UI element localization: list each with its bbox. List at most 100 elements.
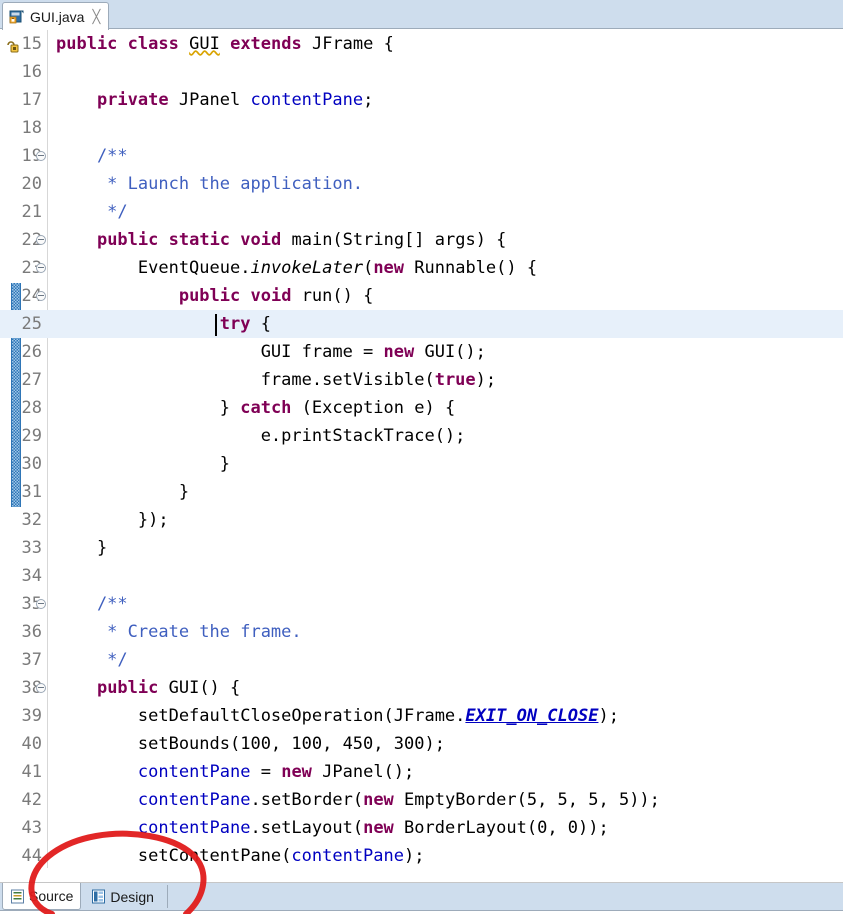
code-text: public static void main(String[] args) {: [96, 230, 507, 250]
line-number: 32: [21, 510, 42, 530]
code-text: public GUI() {: [96, 678, 241, 698]
code-line[interactable]: 26 GUI frame = new GUI();: [0, 338, 843, 366]
code-text: setBounds(100, 100, 450, 300);: [56, 734, 445, 754]
source-design-tabs[interactable]: Source Design: [0, 883, 843, 911]
line-number: 42: [21, 790, 42, 810]
code-line[interactable]: 42 contentPane.setBorder(new EmptyBorder…: [0, 786, 843, 814]
code-line[interactable]: 29 e.printStackTrace();: [0, 422, 843, 450]
code-line[interactable]: 34: [0, 562, 843, 590]
code-line[interactable]: 36 * Create the frame.: [0, 618, 843, 646]
code-line[interactable]: 40 setBounds(100, 100, 450, 300);: [0, 730, 843, 758]
editor-tab-gui-java[interactable]: GUI.java ╳: [2, 2, 110, 30]
fold-collapse-icon[interactable]: [36, 151, 46, 161]
editor-tab-label: GUI.java: [30, 8, 85, 25]
line-number: 18: [21, 118, 42, 138]
bottom-tab-design[interactable]: Design: [84, 883, 161, 910]
code-line[interactable]: 27 frame.setVisible(true);: [0, 366, 843, 394]
code-text: }: [56, 538, 108, 558]
code-text: try {: [219, 314, 271, 334]
line-number: 31: [21, 482, 42, 502]
text-caret: [215, 314, 217, 336]
code-editor[interactable]: 15 public class GUI extends JFrame { 16 17 …: [0, 30, 843, 868]
code-line[interactable]: 22 public static void main(String[] args…: [0, 226, 843, 254]
code-line[interactable]: 21 */: [0, 198, 843, 226]
code-text: frame.setVisible(true);: [56, 370, 497, 390]
line-number: 26: [21, 342, 42, 362]
code-line[interactable]: 39 setDefaultCloseOperation(JFrame.EXIT_…: [0, 702, 843, 730]
code-text: contentPane.setLayout(new BorderLayout(0…: [137, 818, 609, 838]
code-line[interactable]: 15 public class GUI extends JFrame {: [0, 30, 843, 58]
code-line[interactable]: 18: [0, 114, 843, 142]
code-text: contentPane.setBorder(new EmptyBorder(5,…: [137, 790, 660, 810]
line-number: 25: [21, 314, 42, 334]
code-line[interactable]: 43 contentPane.setLayout(new BorderLayou…: [0, 814, 843, 842]
code-line[interactable]: 41 contentPane = new JPanel();: [0, 758, 843, 786]
code-line[interactable]: 37 */: [0, 646, 843, 674]
code-line[interactable]: 30 }: [0, 450, 843, 478]
source-view-icon: [10, 889, 25, 904]
eclipse-editor-window: GUI.java ╳ 15 public class GUI extends JF…: [0, 0, 843, 914]
bottom-tab-source[interactable]: Source: [2, 883, 82, 910]
code-text: });: [56, 510, 169, 530]
line-number: 36: [21, 622, 42, 642]
code-text: setContentPane(contentPane);: [56, 846, 425, 866]
line-number: 20: [21, 174, 42, 194]
editor-bottom-bar: Source Design: [0, 868, 843, 914]
line-number: 40: [21, 734, 42, 754]
code-text: contentPane = new JPanel();: [137, 762, 415, 782]
code-text: * Launch the application.: [56, 174, 364, 194]
code-line[interactable]: 19 /**: [0, 142, 843, 170]
code-line[interactable]: 25 try {: [0, 310, 843, 338]
code-line[interactable]: 31 }: [0, 478, 843, 506]
code-text: private JPanel contentPane;: [96, 90, 374, 110]
line-number: 44: [21, 846, 42, 866]
code-text: }: [56, 482, 190, 502]
line-number: 30: [21, 454, 42, 474]
code-text: } catch (Exception e) {: [56, 398, 456, 418]
fold-collapse-icon[interactable]: [36, 599, 46, 609]
code-text: }: [56, 454, 230, 474]
line-number: 34: [21, 566, 42, 586]
code-text: e.printStackTrace();: [56, 426, 466, 446]
code-line[interactable]: 32 });: [0, 506, 843, 534]
bottom-tab-label: Design: [110, 888, 154, 905]
line-number: 16: [21, 62, 42, 82]
line-number: 37: [21, 650, 42, 670]
override-warning-icon: [6, 36, 22, 53]
code-line[interactable]: 33 }: [0, 534, 843, 562]
code-text: * Create the frame.: [56, 622, 302, 642]
code-line[interactable]: 20 * Launch the application.: [0, 170, 843, 198]
line-number: 28: [21, 398, 42, 418]
code-text: /**: [56, 594, 128, 614]
close-icon[interactable]: ╳: [92, 10, 100, 23]
code-line[interactable]: 38 public GUI() {: [0, 674, 843, 702]
code-line[interactable]: 23 EventQueue.invokeLater(new Runnable()…: [0, 254, 843, 282]
line-number: 27: [21, 370, 42, 390]
code-line[interactable]: 44 setContentPane(contentPane);: [0, 842, 843, 868]
code-text: EventQueue.invokeLater(new Runnable() {: [56, 258, 538, 278]
code-text: public void run() {: [178, 286, 374, 306]
code-line[interactable]: 24 public void run() {: [0, 282, 843, 310]
line-number: 43: [21, 818, 42, 838]
line-number: 33: [21, 538, 42, 558]
line-number: 39: [21, 706, 42, 726]
line-number: 21: [21, 202, 42, 222]
code-lines[interactable]: 15 public class GUI extends JFrame { 16 17 …: [0, 30, 843, 868]
editor-tabstrip: GUI.java ╳: [0, 0, 843, 30]
fold-collapse-icon[interactable]: [36, 235, 46, 245]
line-number: 41: [21, 762, 42, 782]
code-text: */: [56, 650, 128, 670]
code-line[interactable]: 16: [0, 58, 843, 86]
fold-collapse-icon[interactable]: [36, 683, 46, 693]
code-text: /**: [56, 146, 128, 166]
code-text: GUI frame = new GUI();: [56, 342, 486, 362]
line-number: 29: [21, 426, 42, 446]
fold-collapse-icon[interactable]: [36, 263, 46, 273]
fold-collapse-icon[interactable]: [36, 291, 46, 301]
tab-divider: [166, 885, 168, 908]
design-view-icon: [91, 889, 106, 904]
code-line[interactable]: 28 } catch (Exception e) {: [0, 394, 843, 422]
code-line[interactable]: 17 private JPanel contentPane;: [0, 86, 843, 114]
code-text: setDefaultCloseOperation(JFrame.EXIT_ON_…: [56, 706, 619, 726]
code-line[interactable]: 35 /**: [0, 590, 843, 618]
